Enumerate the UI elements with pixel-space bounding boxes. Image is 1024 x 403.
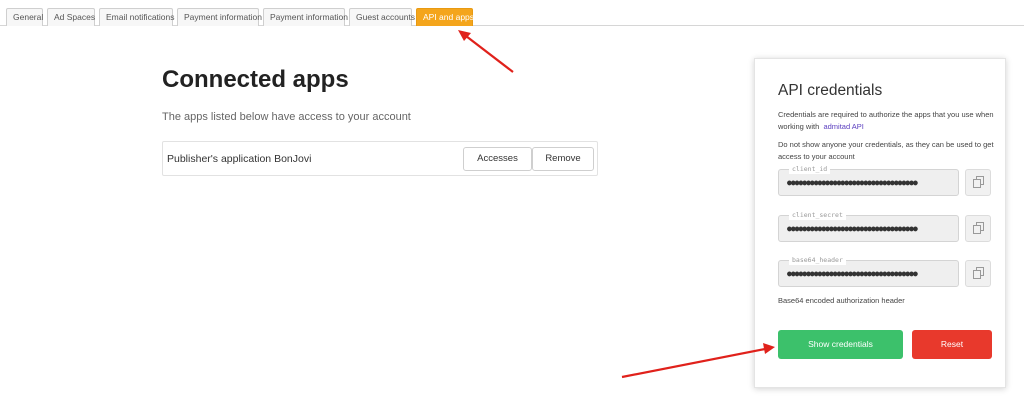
annotation-arrows xyxy=(458,30,775,379)
arrow-annotation xyxy=(458,30,514,73)
arrow-annotation xyxy=(621,343,775,379)
